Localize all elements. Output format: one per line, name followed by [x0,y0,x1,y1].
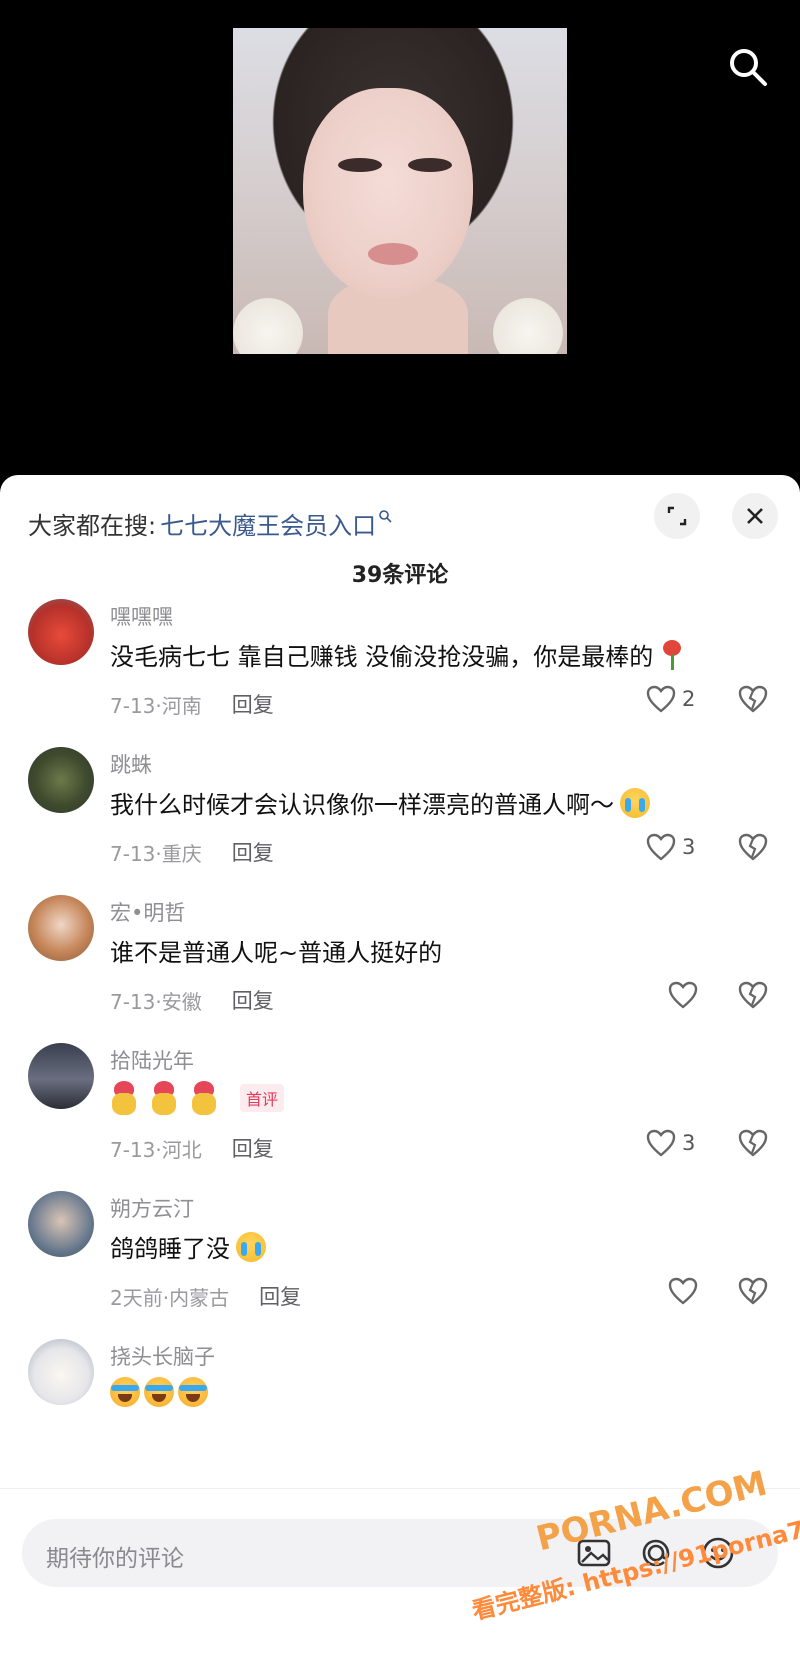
avatar[interactable] [28,1043,94,1109]
search-suggestion-prefix: 大家都在搜: [28,511,157,540]
dislike-button[interactable] [738,981,768,1013]
reply-button[interactable]: 回复 [232,985,274,1015]
heart-icon [646,833,676,861]
image-icon[interactable] [574,1533,614,1573]
like-button[interactable]: 3 [646,833,695,861]
expand-button[interactable] [654,493,700,539]
reply-button[interactable]: 回复 [232,837,274,867]
broken-heart-icon [738,1129,768,1157]
comment-text-content: 没毛病七七 靠自己赚钱 没偷没抢没骗，你是最棒的 [110,643,654,671]
search-small-icon [378,508,392,527]
comment-text: 没毛病七七 靠自己赚钱 没偷没抢没骗，你是最棒的 [110,637,683,672]
comment-username[interactable]: 拾陆光年 [110,1045,194,1075]
avatar[interactable] [28,1339,94,1405]
heart-icon [646,685,676,713]
comment-username[interactable]: 跳蛛 [110,749,152,779]
comment-item: 挠头长脑子 [0,1339,800,1489]
comment-item: 嘿嘿嘿 没毛病七七 靠自己赚钱 没偷没抢没骗，你是最棒的 7-13·河南 回复 … [0,599,800,749]
comment-username[interactable]: 朔方云汀 [110,1193,194,1223]
heart-icon [646,1129,676,1157]
reply-button[interactable]: 回复 [259,1281,301,1311]
comment-time-location: 7-13·河北 [110,1137,202,1162]
comment-text [110,1377,212,1407]
comment-text: 谁不是普通人呢~普通人挺好的 [110,933,442,968]
like-button[interactable]: 2 [646,685,695,713]
crying-emoji-icon [620,787,650,818]
close-icon [747,508,763,524]
heart-icon [668,1277,698,1305]
like-button[interactable] [668,981,698,1009]
comment-input[interactable]: 期待你的评论 [22,1519,778,1587]
heart-icon [668,981,698,1009]
comment-input-placeholder: 期待你的评论 [46,1546,184,1572]
broken-heart-icon [738,981,768,1009]
comment-time-location: 2天前·内蒙古 [110,1285,230,1310]
avatar[interactable] [28,895,94,961]
first-comment-badge: 首评 [240,1084,285,1112]
comment-sheet: 大家都在搜: 七七大魔王会员入口 39条评论 嘿嘿嘿 没毛病七七 靠自己赚钱 没… [0,475,800,1654]
comment-meta: 7-13·河北 回复 [110,1133,274,1163]
comment-username[interactable]: 嘿嘿嘿 [110,601,173,631]
comment-count: 39条评论 [351,563,449,588]
laughing-crying-emoji-icon [110,1377,140,1407]
laughing-crying-emoji-icon [144,1377,174,1407]
close-button[interactable] [732,493,778,539]
comment-time-location: 7-13·安徽 [110,989,202,1014]
gold-emoji-icon [190,1081,218,1115]
comment-item: 跳蛛 我什么时候才会认识像你一样漂亮的普通人啊～ 7-13·重庆 回复 3 [0,747,800,897]
like-button[interactable] [668,1277,698,1305]
dislike-button[interactable] [738,833,768,865]
comment-meta: 7-13·重庆 回复 [110,837,274,867]
video-thumbnail[interactable] [233,28,567,354]
reply-button[interactable]: 回复 [232,1133,274,1163]
like-count: 3 [682,1131,696,1155]
expand-icon [667,506,687,526]
comment-text: 首评 [110,1081,285,1115]
avatar[interactable] [28,599,94,665]
video-area[interactable] [0,0,800,475]
comment-item: 拾陆光年 首评 7-13·河北 回复 3 [0,1043,800,1193]
like-count: 3 [682,835,696,859]
crying-emoji-icon [236,1231,266,1262]
emoji-picker-icon[interactable] [698,1533,738,1573]
like-button[interactable]: 3 [646,1129,695,1157]
rose-emoji-icon [661,639,683,670]
search-icon[interactable] [725,44,771,90]
search-suggestion-link[interactable]: 七七大魔王会员入口 [160,506,376,541]
avatar[interactable] [28,747,94,813]
comment-item: 朔方云汀 鸽鸽睡了没 2天前·内蒙古 回复 [0,1191,800,1341]
comment-text: 我什么时候才会认识像你一样漂亮的普通人啊～ [110,785,650,820]
gold-emoji-icon [150,1081,178,1115]
search-suggestion[interactable]: 大家都在搜: 七七大魔王会员入口 [28,503,392,543]
comment-time-location: 7-13·河南 [110,693,202,718]
reply-button[interactable]: 回复 [232,689,274,719]
comment-text-content: 谁不是普通人呢~普通人挺好的 [110,939,443,967]
like-count: 2 [682,687,696,711]
dislike-button[interactable] [738,1129,768,1161]
dislike-button[interactable] [738,1277,768,1309]
laughing-crying-emoji-icon [178,1377,208,1407]
comment-text-content: 鸽鸽睡了没 [110,1235,230,1263]
comment-username[interactable]: 宏•明哲 [110,897,185,927]
comment-input-bar: 期待你的评论 [0,1488,800,1654]
comment-meta: 7-13·河南 回复 [110,689,274,719]
gold-emoji-icon [110,1081,138,1115]
broken-heart-icon [738,833,768,861]
dislike-button[interactable] [738,685,768,717]
comment-time-location: 7-13·重庆 [110,841,202,866]
comment-meta: 2天前·内蒙古 回复 [110,1281,301,1311]
comment-text-content: 我什么时候才会认识像你一样漂亮的普通人啊～ [110,791,614,819]
broken-heart-icon [738,1277,768,1305]
avatar[interactable] [28,1191,94,1257]
comment-item: 宏•明哲 谁不是普通人呢~普通人挺好的 7-13·安徽 回复 [0,895,800,1045]
comment-text: 鸽鸽睡了没 [110,1229,266,1264]
comment-meta: 7-13·安徽 回复 [110,985,274,1015]
comment-username[interactable]: 挠头长脑子 [110,1341,215,1371]
broken-heart-icon [738,685,768,713]
at-mention-icon[interactable] [636,1533,676,1573]
